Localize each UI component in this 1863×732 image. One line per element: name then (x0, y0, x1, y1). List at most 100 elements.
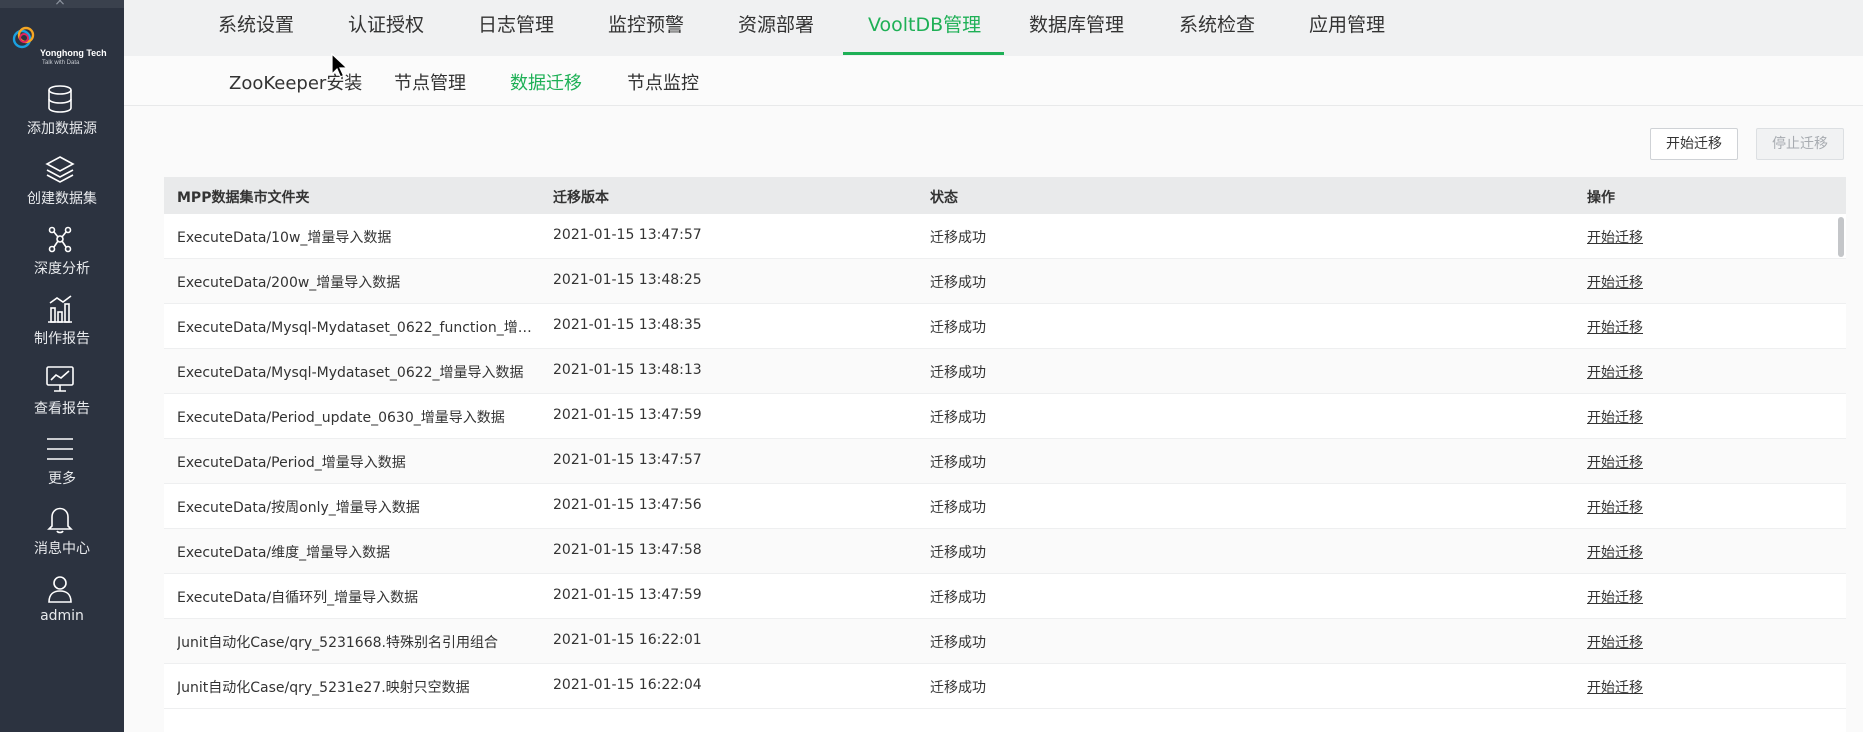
cell-folder: ExecuteData/按周only_增量导入数据 (177, 500, 420, 516)
sidebar-item-label: 查看报告 (34, 401, 90, 417)
network-icon (48, 226, 72, 253)
cell-folder: ExecuteData/200w_增量导入数据 (177, 275, 401, 291)
cell-folder: ExecuteData/Period_增量导入数据 (177, 455, 406, 471)
cell-version: 2021-01-15 13:47:59 (553, 407, 702, 423)
sidebar-item-messages[interactable]: 消息中心 (0, 504, 124, 564)
subtab-node-management[interactable]: 节点管理 (394, 69, 466, 95)
bar-chart-icon (48, 295, 72, 323)
logo-brand: Yonghong Tech (40, 48, 107, 58)
sidebar-item-label: 创建数据集 (27, 191, 97, 207)
start-migration-link[interactable]: 开始迁移 (1587, 587, 1707, 607)
mouse-cursor-icon (331, 52, 349, 78)
table-body: ExecuteData/10w_增量导入数据 2021-01-15 13:47:… (164, 214, 1846, 709)
cell-version: 2021-01-15 16:22:01 (553, 632, 702, 648)
cell-version: 2021-01-15 13:47:57 (553, 452, 702, 468)
bell-icon (47, 507, 73, 534)
cell-status: 迁移成功 (930, 410, 986, 426)
sidebar-item-label: 消息中心 (34, 541, 90, 557)
close-icon[interactable]: × (46, 0, 74, 8)
logo-icon (12, 26, 35, 49)
start-migration-link[interactable]: 开始迁移 (1587, 362, 1707, 382)
tab-monitor[interactable]: 监控预警 (608, 10, 684, 37)
main-content: 系统设置 认证授权 日志管理 监控预警 资源部署 VooltDB管理 数据库管理… (124, 0, 1863, 732)
cell-status: 迁移成功 (930, 455, 986, 471)
table-scrollbar[interactable] (1838, 217, 1844, 257)
table-row: ExecuteData/Mysql-Mydataset_0622_增量导入数据 … (164, 349, 1846, 394)
cell-version: 2021-01-15 16:22:04 (553, 677, 702, 693)
tab-resource[interactable]: 资源部署 (738, 10, 814, 37)
cell-version: 2021-01-15 13:47:58 (553, 542, 702, 558)
layers-icon (45, 156, 75, 183)
sidebar-item-label: 更多 (48, 471, 76, 487)
sidebar-item-label: 制作报告 (34, 331, 90, 347)
table-row: ExecuteData/200w_增量导入数据 2021-01-15 13:48… (164, 259, 1846, 304)
active-tab-indicator (843, 52, 1004, 55)
column-header-status: 状态 (930, 190, 958, 206)
table-row: ExecuteData/维度_增量导入数据 2021-01-15 13:47:5… (164, 529, 1846, 574)
tab-database[interactable]: 数据库管理 (1029, 10, 1124, 37)
table-header: MPP数据集市文件夹 迁移版本 状态 操作 (164, 177, 1846, 214)
table-row: ExecuteData/按周only_增量导入数据 2021-01-15 13:… (164, 484, 1846, 529)
sidebar-item-label: 添加数据源 (27, 121, 97, 137)
sidebar-item-make-report[interactable]: 制作报告 (0, 294, 124, 354)
start-migration-button[interactable]: 开始迁移 (1650, 128, 1738, 160)
cell-folder: ExecuteData/Period_update_0630_增量导入数据 (177, 410, 505, 426)
tab-system-check[interactable]: 系统检查 (1179, 10, 1255, 37)
menu-icon (47, 438, 73, 460)
sidebar-item-create-dataset[interactable]: 创建数据集 (0, 154, 124, 214)
start-migration-link[interactable]: 开始迁移 (1587, 227, 1707, 247)
cell-status: 迁移成功 (930, 230, 986, 246)
column-header-folder: MPP数据集市文件夹 (177, 190, 310, 206)
cell-folder: ExecuteData/Mysql-Mydataset_0622_functio… (177, 320, 539, 336)
cell-folder: ExecuteData/自循环列_增量导入数据 (177, 590, 419, 606)
user-icon (48, 576, 72, 603)
table-row: ExecuteData/Period_update_0630_增量导入数据 20… (164, 394, 1846, 439)
sidebar-item-view-report[interactable]: 查看报告 (0, 364, 124, 424)
tab-app[interactable]: 应用管理 (1309, 10, 1385, 37)
tab-system-settings[interactable]: 系统设置 (218, 10, 294, 37)
column-header-action: 操作 (1587, 190, 1615, 206)
cell-version: 2021-01-15 13:48:13 (553, 362, 702, 378)
sidebar-item-more[interactable]: 更多 (0, 434, 124, 494)
top-nav: 系统设置 认证授权 日志管理 监控预警 资源部署 VooltDB管理 数据库管理… (124, 0, 1863, 56)
cell-folder: Junit自动化Case/qry_5231e27.映射只空数据 (177, 680, 470, 696)
cell-version: 2021-01-15 13:47:57 (553, 227, 702, 243)
sidebar-item-add-datasource[interactable]: 添加数据源 (0, 84, 124, 144)
cell-status: 迁移成功 (930, 635, 986, 651)
cell-status: 迁移成功 (930, 590, 986, 606)
sidebar-item-label: admin (40, 608, 84, 624)
tab-vooltdb[interactable]: VooltDB管理 (868, 10, 981, 37)
subtab-node-monitor[interactable]: 节点监控 (627, 69, 699, 95)
start-migration-link[interactable]: 开始迁移 (1587, 272, 1707, 292)
tab-log[interactable]: 日志管理 (478, 10, 554, 37)
cell-status: 迁移成功 (930, 545, 986, 561)
logo[interactable]: Yonghong Tech Talk with Data (12, 26, 116, 70)
start-migration-link[interactable]: 开始迁移 (1587, 542, 1707, 562)
table-row: Junit自动化Case/qry_5231668.特殊别名引用组合 2021-0… (164, 619, 1846, 664)
start-migration-link[interactable]: 开始迁移 (1587, 452, 1707, 472)
start-migration-link[interactable]: 开始迁移 (1587, 677, 1707, 697)
cell-folder: ExecuteData/10w_增量导入数据 (177, 230, 392, 246)
start-migration-link[interactable]: 开始迁移 (1587, 407, 1707, 427)
start-migration-link[interactable]: 开始迁移 (1587, 632, 1707, 652)
table-row: ExecuteData/10w_增量导入数据 2021-01-15 13:47:… (164, 214, 1846, 259)
database-icon (48, 85, 72, 113)
stop-migration-button[interactable]: 停止迁移 (1756, 128, 1844, 160)
cell-version: 2021-01-15 13:48:25 (553, 272, 702, 288)
migration-table: MPP数据集市文件夹 迁移版本 状态 操作 ExecuteData/10w_增量… (164, 177, 1846, 732)
sidebar-item-user[interactable]: admin (0, 574, 124, 634)
cell-status: 迁移成功 (930, 275, 986, 291)
subtab-data-migration[interactable]: 数据迁移 (510, 69, 582, 95)
sidebar-item-deep-analysis[interactable]: 深度分析 (0, 224, 124, 284)
tab-auth[interactable]: 认证授权 (348, 10, 424, 37)
start-migration-link[interactable]: 开始迁移 (1587, 317, 1707, 337)
start-migration-link[interactable]: 开始迁移 (1587, 497, 1707, 517)
logo-tagline: Talk with Data (42, 60, 80, 66)
monitor-chart-icon (46, 366, 74, 392)
cell-version: 2021-01-15 13:47:56 (553, 497, 702, 513)
cell-folder: Junit自动化Case/qry_5231668.特殊别名引用组合 (177, 635, 498, 651)
sidebar: × Yonghong Tech Talk with Data 添加数据源 创建数… (0, 0, 124, 732)
cell-status: 迁移成功 (930, 500, 986, 516)
cell-version: 2021-01-15 13:47:59 (553, 587, 702, 603)
table-row: ExecuteData/自循环列_增量导入数据 2021-01-15 13:47… (164, 574, 1846, 619)
